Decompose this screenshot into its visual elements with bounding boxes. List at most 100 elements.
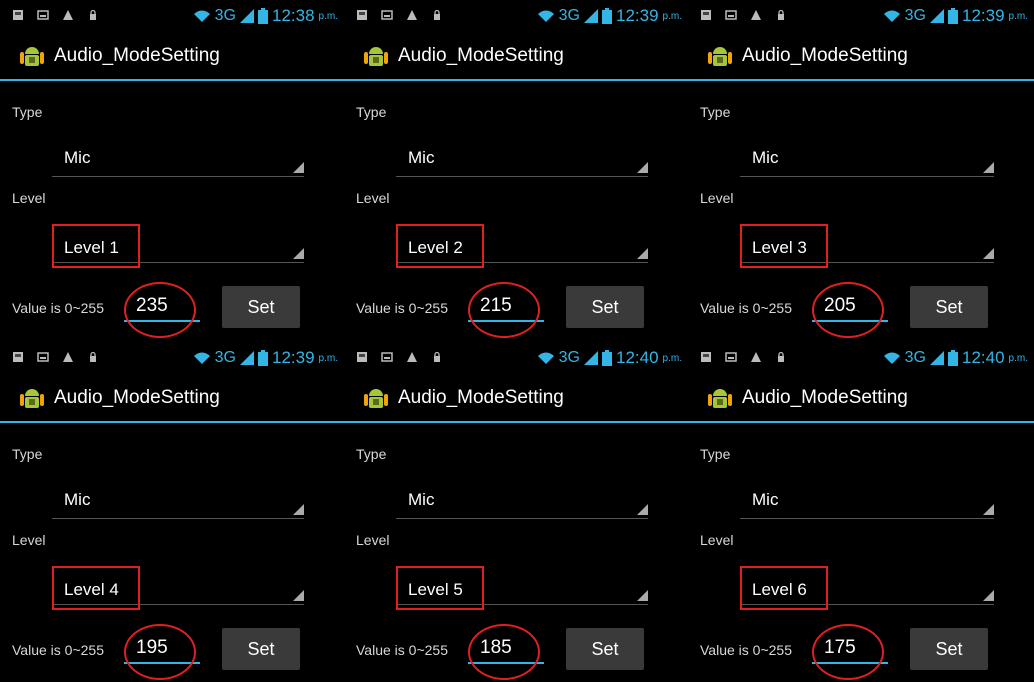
set-button[interactable]: Set (566, 286, 644, 328)
clock-time: 12:39 (272, 348, 315, 367)
level-highlight-box (740, 224, 828, 268)
type-spinner[interactable]: Mic (740, 136, 994, 177)
level-label: Level (356, 532, 390, 548)
phone-screen: 3G 12:40 p.m. Audio_ModeSetting Type Mic… (688, 342, 1034, 682)
dropdown-arrow-icon (293, 504, 304, 515)
notification-icons (12, 9, 99, 21)
type-label: Type (700, 446, 731, 462)
level-label: Level (12, 532, 46, 548)
system-status: 3G 12:38 p.m. (193, 6, 338, 26)
level-highlight-box (52, 224, 140, 268)
clock-time: 12:39 (616, 6, 659, 25)
signal-icon (240, 351, 254, 365)
type-value: Mic (408, 148, 435, 167)
android-app-icon[interactable] (706, 42, 734, 70)
notification-icons (700, 9, 787, 21)
image-icon (725, 352, 737, 362)
type-spinner[interactable]: Mic (52, 478, 304, 519)
set-button[interactable]: Set (566, 628, 644, 670)
value-range-label: Value is 0~255 (12, 300, 104, 316)
status-bar: 3G 12:39 p.m. (688, 0, 1034, 34)
action-bar: Audio_ModeSetting (0, 376, 344, 423)
type-spinner[interactable]: Mic (740, 478, 994, 519)
type-spinner[interactable]: Mic (396, 478, 648, 519)
battery-icon (948, 350, 958, 366)
dropdown-arrow-icon (983, 162, 994, 173)
app-title: Audio_ModeSetting (54, 387, 220, 408)
level-label: Level (12, 190, 46, 206)
type-spinner[interactable]: Mic (396, 136, 648, 177)
type-spinner[interactable]: Mic (52, 136, 304, 177)
value-highlight-circle (468, 282, 540, 338)
notification-icons (700, 351, 787, 363)
system-status: 3G 12:39 p.m. (193, 348, 338, 368)
android-app-icon[interactable] (362, 42, 390, 70)
signal-icon (930, 9, 944, 23)
wifi-icon (537, 10, 554, 22)
dropdown-arrow-icon (983, 504, 994, 515)
status-bar: 3G 12:40 p.m. (344, 342, 688, 376)
android-app-icon[interactable] (18, 42, 46, 70)
battery-icon (258, 8, 268, 24)
clock-ampm: p.m. (1008, 10, 1028, 22)
action-bar: Audio_ModeSetting (688, 376, 1034, 423)
image-icon (37, 352, 49, 362)
sd-card-icon (13, 352, 23, 362)
network-type: 3G (558, 349, 580, 366)
set-button[interactable]: Set (222, 286, 300, 328)
wifi-icon (193, 10, 210, 22)
sd-card-icon (13, 10, 23, 20)
dropdown-arrow-icon (293, 162, 304, 173)
phone-screen: 3G 12:39 p.m. Audio_ModeSetting Type Mic… (344, 0, 688, 342)
network-type: 3G (558, 7, 580, 24)
lock-icon (90, 9, 96, 20)
app-title: Audio_ModeSetting (742, 387, 908, 408)
signal-icon (584, 9, 598, 23)
value-range-label: Value is 0~255 (356, 642, 448, 658)
type-label: Type (12, 104, 43, 120)
image-icon (381, 352, 393, 362)
level-highlight-box (740, 566, 828, 610)
status-bar: 3G 12:39 p.m. (344, 0, 688, 34)
android-app-icon[interactable] (18, 384, 46, 412)
network-type: 3G (904, 349, 926, 366)
android-app-icon[interactable] (706, 384, 734, 412)
set-button[interactable]: Set (910, 628, 988, 670)
battery-icon (258, 350, 268, 366)
system-status: 3G 12:39 p.m. (537, 6, 682, 26)
level-label: Level (700, 190, 734, 206)
level-label: Level (700, 532, 734, 548)
value-highlight-circle (812, 624, 884, 680)
network-type: 3G (214, 7, 236, 24)
dropdown-arrow-icon (293, 590, 304, 601)
warning-icon (63, 10, 73, 20)
type-label: Type (356, 446, 387, 462)
clock-ampm: p.m. (662, 10, 682, 22)
set-button[interactable]: Set (222, 628, 300, 670)
value-range-label: Value is 0~255 (356, 300, 448, 316)
set-button[interactable]: Set (910, 286, 988, 328)
warning-icon (407, 10, 417, 20)
status-bar: 3G 12:39 p.m. (0, 342, 344, 376)
clock-time: 12:39 (962, 6, 1005, 25)
sd-card-icon (701, 10, 711, 20)
wifi-icon (537, 352, 554, 364)
signal-icon (584, 351, 598, 365)
notification-icons (12, 351, 99, 363)
sd-card-icon (357, 10, 367, 20)
app-title: Audio_ModeSetting (398, 387, 564, 408)
dropdown-arrow-icon (983, 590, 994, 601)
notification-icons (356, 351, 443, 363)
clock-time: 12:40 (962, 348, 1005, 367)
wifi-icon (883, 352, 900, 364)
phone-screen: 3G 12:38 p.m. Audio_ModeSetting Type Mic… (0, 0, 344, 342)
value-range-label: Value is 0~255 (12, 642, 104, 658)
android-app-icon[interactable] (362, 384, 390, 412)
action-bar: Audio_ModeSetting (688, 34, 1034, 81)
warning-icon (751, 352, 761, 362)
level-highlight-box (52, 566, 140, 610)
dropdown-arrow-icon (637, 590, 648, 601)
wifi-icon (883, 10, 900, 22)
type-label: Type (12, 446, 43, 462)
wifi-icon (193, 352, 210, 364)
